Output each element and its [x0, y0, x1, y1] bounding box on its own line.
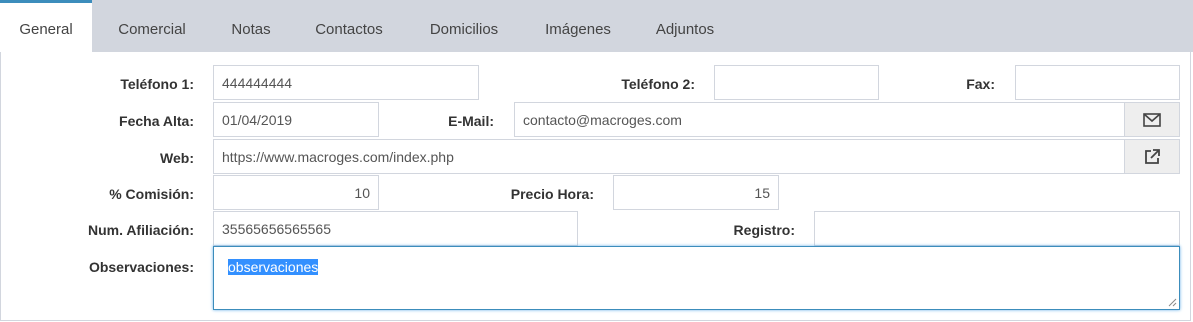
- comision-field[interactable]: [213, 175, 379, 210]
- resize-grip-icon[interactable]: [1168, 298, 1177, 307]
- num-afiliacion-label: Num. Afiliación:: [87, 222, 194, 238]
- comision-label: % Comisión:: [109, 186, 194, 202]
- precio-hora-field[interactable]: [613, 175, 779, 210]
- tab-imagenes[interactable]: Imágenes: [530, 0, 626, 52]
- registro-label: Registro:: [733, 222, 795, 238]
- tab-domicilios[interactable]: Domicilios: [414, 0, 514, 52]
- tab-contactos[interactable]: Contactos: [302, 0, 396, 52]
- web-field[interactable]: [213, 139, 1125, 174]
- email-field[interactable]: [514, 102, 1125, 137]
- open-web-button[interactable]: [1124, 139, 1180, 174]
- tab-adjuntos[interactable]: Adjuntos: [640, 0, 730, 52]
- precio-hora-label: Precio Hora:: [510, 186, 594, 202]
- external-link-icon: [1145, 148, 1160, 164]
- tab-general[interactable]: General: [0, 0, 92, 52]
- telefono1-field[interactable]: [213, 65, 479, 100]
- telefono2-field[interactable]: [714, 65, 879, 100]
- fax-label: Fax:: [966, 76, 995, 92]
- observaciones-textarea[interactable]: observaciones: [213, 246, 1180, 310]
- tab-comercial[interactable]: Comercial: [104, 0, 200, 52]
- registro-field[interactable]: [814, 211, 1180, 246]
- num-afiliacion-field[interactable]: [213, 211, 578, 246]
- web-label: Web:: [160, 150, 194, 166]
- fecha-alta-field[interactable]: [213, 102, 379, 137]
- tab-bar: General Comercial Notas Contactos Domici…: [0, 0, 1193, 52]
- fecha-alta-label: Fecha Alta:: [119, 113, 194, 129]
- observaciones-label: Observaciones:: [88, 259, 194, 275]
- send-email-button[interactable]: [1124, 102, 1180, 137]
- envelope-icon: [1143, 112, 1161, 127]
- telefono1-label: Teléfono 1:: [120, 76, 194, 92]
- tab-notas[interactable]: Notas: [216, 0, 286, 52]
- fax-field[interactable]: [1015, 65, 1180, 100]
- email-label: E-Mail:: [448, 113, 494, 129]
- telefono2-label: Teléfono 2:: [621, 76, 695, 92]
- observaciones-text: observaciones: [228, 259, 319, 275]
